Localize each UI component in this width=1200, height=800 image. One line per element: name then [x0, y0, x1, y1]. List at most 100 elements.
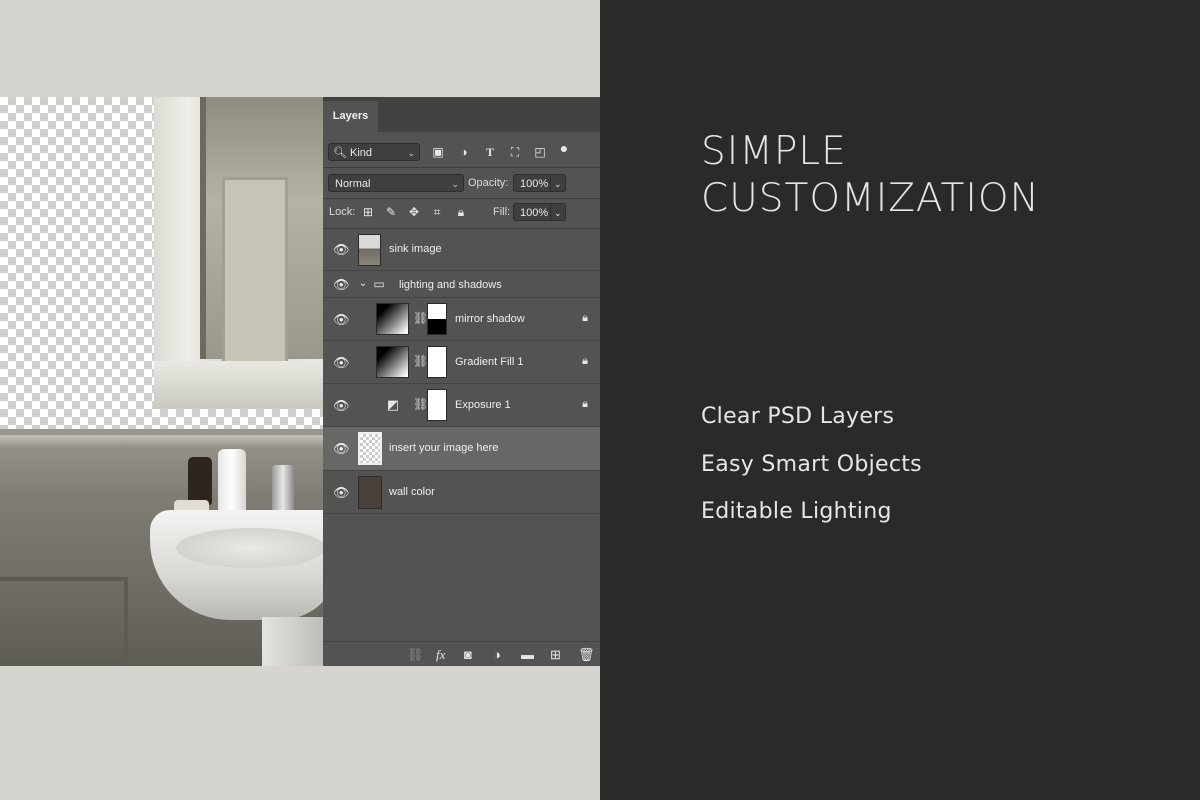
link-icon[interactable]: ⛓︎ [407, 647, 424, 663]
eye-icon[interactable]: 👁︎ [333, 398, 350, 414]
chevron-down-icon: ⌄ [554, 208, 562, 218]
eye-icon[interactable]: 👁︎ [333, 485, 350, 501]
fx-icon[interactable]: fx [436, 647, 445, 663]
divider [323, 198, 600, 199]
layer-insert-your-image-here[interactable]: 👁︎ insert your image here [323, 427, 600, 471]
lock-icon: 🔒︎ [582, 312, 588, 324]
chair-rail [0, 435, 323, 449]
adjustment-filter-icon[interactable]: ◑ [456, 143, 472, 161]
ornate-mirror-frame [154, 97, 323, 409]
lock-transparent-pixels-icon[interactable]: ⊞ [360, 203, 376, 221]
mask-thumbnail[interactable] [427, 303, 447, 335]
layer-name: sink image [389, 243, 442, 255]
layers-panel-header: Layers [323, 97, 600, 132]
eye-icon[interactable]: 👁︎ [333, 441, 350, 457]
layer-mirror-shadow[interactable]: 👁︎ ⛓︎ mirror shadow 🔒︎ [323, 298, 600, 341]
filter-kind-label: Kind [350, 147, 373, 159]
layer-name: Gradient Fill 1 [455, 356, 524, 368]
layer-gradient-fill-1[interactable]: 👁︎ ⛓︎ Gradient Fill 1 🔒︎ [323, 341, 600, 384]
eye-icon[interactable]: 👁︎ [333, 355, 350, 371]
filter-kind-select[interactable]: 🔍︎ Kind ⌄ [328, 143, 420, 161]
headline: SIMPLE CUSTOMIZATION [701, 128, 1040, 222]
blend-row: Normal ⌄ Opacity: 100% ⌄ [323, 173, 600, 195]
layer-thumbnail [358, 234, 381, 266]
lock-image-pixels-icon[interactable]: ✎ [383, 203, 399, 221]
mask-thumbnail[interactable] [427, 389, 447, 421]
layer-exposure-1[interactable]: 👁︎ ◩ ⛓︎ Exposure 1 🔒︎ [323, 384, 600, 427]
layer-name: Exposure 1 [455, 399, 511, 411]
dark-soap-bottle [188, 457, 212, 505]
adjustment-icon[interactable]: ◑ [493, 647, 501, 662]
eye-icon[interactable]: 👁︎ [333, 277, 350, 293]
sink-bowl [176, 528, 323, 568]
feature-list: Clear PSD Layers Easy Smart Objects Edit… [701, 393, 922, 536]
layer-sink-image[interactable]: 👁︎ sink image [323, 229, 600, 271]
link-icon[interactable]: ⛓︎ [413, 397, 428, 411]
sink-pedestal [262, 617, 323, 666]
faucet [272, 465, 294, 515]
mirror-reflection-door [222, 177, 288, 365]
blend-mode-select[interactable]: Normal ⌄ [328, 174, 464, 192]
mirror-glass [200, 97, 323, 365]
feature-item: Editable Lighting [701, 499, 892, 524]
layer-name: insert your image here [389, 442, 499, 454]
smart-object-thumbnail [358, 432, 382, 465]
eye-icon[interactable]: 👁︎ [333, 312, 350, 328]
divider [323, 167, 600, 168]
lock-all-icon[interactable]: 🔒︎ [453, 203, 469, 221]
layer-name: wall color [389, 486, 435, 498]
feature-item: Easy Smart Objects [701, 451, 922, 477]
lock-label: Lock: [329, 206, 356, 218]
fill-dropdown[interactable]: ⌄ [550, 203, 566, 221]
tab-layers[interactable]: Layers [323, 101, 378, 132]
exposure-adjustment-icon: ◩ [386, 397, 400, 412]
opacity-label: Opacity: [468, 177, 509, 189]
layers-panel: Layers 🔍︎ Kind ⌄ ▣ ◑ T ⛶ ◰ ● Normal ⌄ Op… [323, 97, 600, 666]
link-icon[interactable]: ⛓︎ [413, 311, 428, 325]
chevron-down-icon: ⌄ [554, 179, 562, 189]
folder-icon: ▭ [373, 277, 385, 291]
lock-position-icon[interactable]: ✥ [406, 203, 422, 221]
mask-thumbnail[interactable] [427, 346, 447, 378]
mask-icon[interactable]: ◙ [464, 647, 472, 662]
promo-panel: SIMPLE CUSTOMIZATION Clear PSD Layers Ea… [600, 0, 1200, 800]
smart-object-thumbnail [358, 476, 382, 509]
layers-panel-footer: ⛓︎ fx ◙ ◑ ▬ ⊞ 🗑︎ [323, 641, 600, 666]
filter-toggle-icon[interactable]: ● [556, 139, 572, 157]
type-filter-icon[interactable]: T [482, 143, 498, 161]
fill-label: Fill: [493, 206, 511, 218]
white-lotion-bottle [218, 449, 246, 517]
lock-icon: 🔒︎ [582, 398, 588, 410]
layer-name: lighting and shadows [399, 279, 502, 291]
lock-artboard-icon[interactable]: ⌗ [429, 203, 445, 221]
opacity-dropdown[interactable]: ⌄ [550, 174, 566, 192]
link-icon[interactable]: ⛓︎ [413, 354, 428, 368]
layer-wall-color[interactable]: 👁︎ wall color [323, 471, 600, 514]
bathroom-photo [0, 97, 323, 666]
filter-row: 🔍︎ Kind ⌄ ▣ ◑ T ⛶ ◰ ● [323, 139, 600, 163]
headline-line-1: SIMPLE [701, 129, 847, 174]
layer-group-lighting-and-shadows[interactable]: 👁︎ ⌄ ▭ lighting and shadows [323, 271, 600, 298]
mirror-frame-bottom [154, 361, 323, 409]
chevron-down-icon[interactable]: ⌄ [355, 275, 371, 293]
layer-name: mirror shadow [455, 313, 525, 325]
folder-icon[interactable]: ▬ [521, 647, 534, 662]
search-icon: 🔍︎ [333, 147, 347, 159]
image-filter-icon[interactable]: ▣ [430, 143, 446, 161]
eye-icon[interactable]: 👁︎ [333, 242, 350, 258]
wall-panel [0, 577, 128, 666]
gradient-thumbnail [376, 346, 409, 378]
smart-object-filter-icon[interactable]: ◰ [532, 143, 548, 161]
gradient-thumbnail [376, 303, 409, 335]
trash-icon[interactable]: 🗑︎ [578, 647, 595, 663]
lock-row: Lock: ⊞ ✎ ✥ ⌗ 🔒︎ Fill: 100% ⌄ [323, 202, 600, 224]
blend-mode-value: Normal [335, 178, 371, 190]
lock-icon: 🔒︎ [582, 355, 588, 367]
headline-line-2: CUSTOMIZATION [701, 176, 1040, 221]
feature-item: Clear PSD Layers [701, 404, 895, 429]
fill-value: 100% [520, 207, 549, 219]
chevron-down-icon: ⌄ [407, 148, 415, 158]
chevron-down-icon: ⌄ [451, 179, 459, 189]
new-layer-icon[interactable]: ⊞ [550, 647, 561, 663]
shape-filter-icon[interactable]: ⛶ [507, 143, 523, 161]
